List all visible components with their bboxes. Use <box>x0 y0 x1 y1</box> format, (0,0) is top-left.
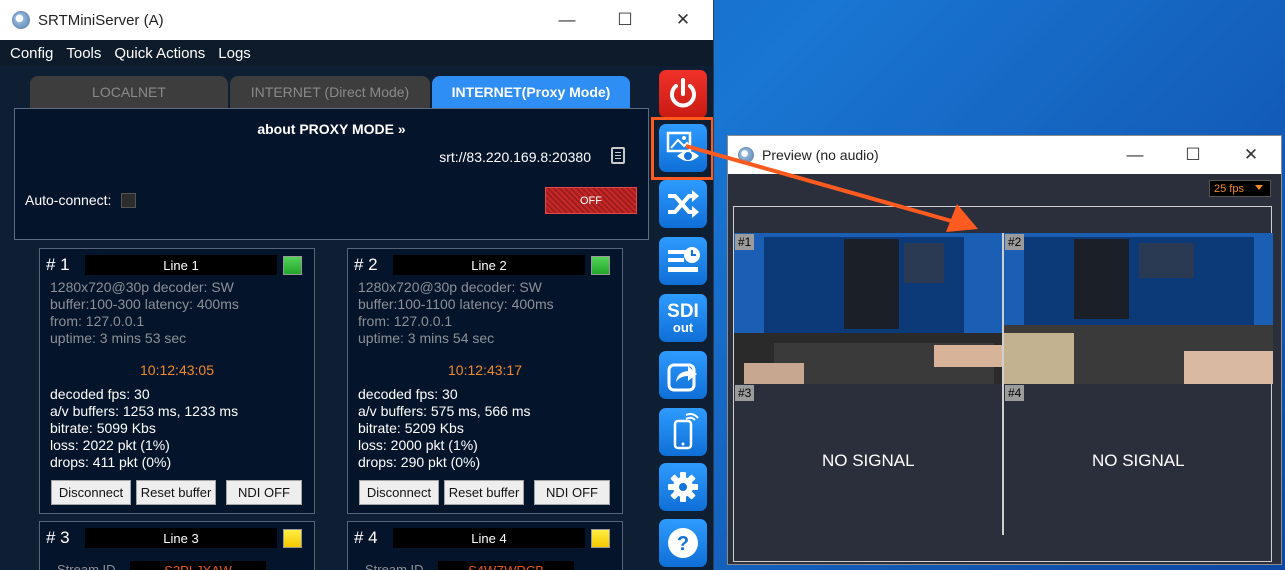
quad-label-2: #2 <box>1005 234 1025 250</box>
quad-label-1: #1 <box>735 234 755 250</box>
quad-label-4: #4 <box>1005 385 1025 401</box>
annotation-arrow <box>685 144 978 232</box>
quad-label-3: #3 <box>735 385 755 401</box>
